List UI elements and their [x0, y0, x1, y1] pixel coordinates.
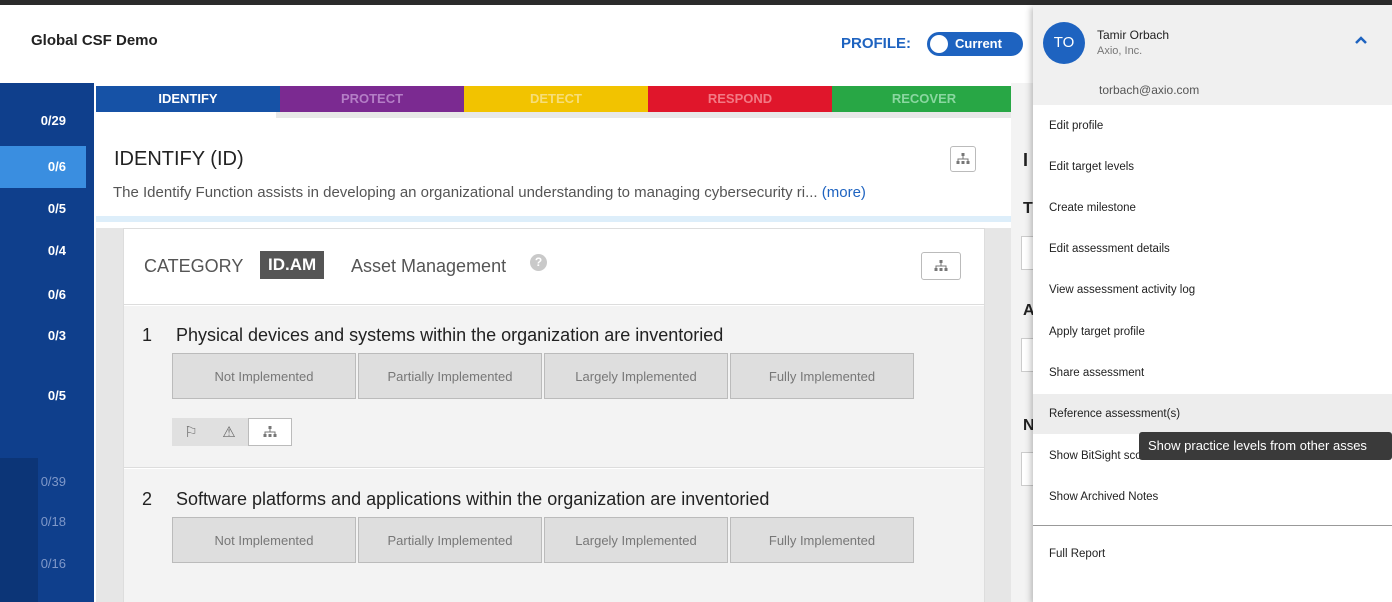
level-not-implemented[interactable]: Not Implemented [172, 517, 356, 563]
user-menu: TO Tamir Orbach Axio, Inc. torbach@axio.… [1033, 5, 1392, 602]
hierarchy-icon[interactable] [248, 418, 292, 446]
category-name: Asset Management [351, 256, 507, 276]
tab-protect[interactable]: PROTECT [280, 86, 464, 112]
category-hierarchy-button[interactable] [921, 252, 961, 280]
more-link[interactable]: (more) [822, 184, 866, 201]
right-panel-letter: T [1023, 200, 1033, 217]
tabs-underline [276, 112, 1026, 118]
category-label: CATEGORY [144, 256, 244, 276]
level-largely-implemented[interactable]: Largely Implemented [544, 517, 728, 563]
tab-identify[interactable]: IDENTIFY [96, 86, 280, 112]
sidebar-item-score[interactable]: 0/16 [41, 556, 66, 571]
function-tabs: IDENTIFY PROTECT DETECT RESPOND RECOVER [96, 86, 1026, 112]
chevron-up-icon[interactable] [1354, 32, 1368, 50]
sidebar: 0/29 0/6 0/5 0/4 0/6 0/3 0/5 0/39 0/18 0… [0, 83, 94, 602]
practice-text: Physical devices and systems within the … [176, 325, 724, 345]
tab-detect[interactable]: DETECT [464, 86, 648, 112]
sidebar-item-score[interactable]: 0/6 [48, 287, 66, 302]
level-largely-implemented[interactable]: Largely Implemented [544, 353, 728, 399]
app-title: Global CSF Demo [31, 32, 158, 49]
tooltip: Show practice levels from other asses [1139, 432, 1392, 460]
menu-item-create-milestone[interactable]: Create milestone [1033, 188, 1392, 228]
level-partially-implemented[interactable]: Partially Implemented [358, 517, 542, 563]
menu-item-edit-assessment-details[interactable]: Edit assessment details [1033, 229, 1392, 269]
user-menu-header[interactable]: TO Tamir Orbach Axio, Inc. torbach@axio.… [1033, 5, 1392, 105]
level-fully-implemented[interactable]: Fully Implemented [730, 517, 914, 563]
practice-number: 1 [142, 325, 153, 345]
practice-text: Software platforms and applications with… [176, 489, 770, 509]
sidebar-item-score[interactable]: 0/29 [41, 113, 66, 128]
sidebar-item-score[interactable]: 0/4 [48, 243, 66, 258]
practice-number: 2 [142, 489, 153, 509]
user-email: torbach@axio.com [1099, 83, 1200, 97]
sidebar-dim-area [0, 458, 38, 602]
menu-item-apply-target-profile[interactable]: Apply target profile [1033, 312, 1392, 352]
level-not-implemented[interactable]: Not Implemented [172, 353, 356, 399]
function-description: The Identify Function assists in develop… [113, 184, 866, 201]
function-hierarchy-button[interactable] [950, 146, 976, 172]
right-panel-letter: I [1023, 150, 1029, 170]
level-selector: Not Implemented Partially Implemented La… [172, 353, 916, 399]
user-name: Tamir Orbach [1097, 28, 1170, 42]
practice-actions: ⚐ ⚠ [172, 418, 292, 446]
level-selector: Not Implemented Partially Implemented La… [172, 517, 916, 563]
help-icon[interactable]: ? [530, 254, 547, 271]
menu-item-reference-assessments[interactable]: Reference assessment(s) [1033, 394, 1392, 434]
menu-divider [1033, 525, 1392, 526]
menu-item-share-assessment[interactable]: Share assessment [1033, 353, 1392, 393]
tab-recover[interactable]: RECOVER [832, 86, 1016, 112]
sidebar-active-indicator [0, 146, 86, 188]
category-header: CATEGORY ID.AM Asset Management ? [124, 229, 984, 305]
practice-item: 2 Software platforms and applications wi… [124, 469, 984, 602]
profile-toggle-label: Current [955, 36, 1002, 51]
sidebar-item-score[interactable]: 0/39 [41, 474, 66, 489]
user-org: Axio, Inc. [1097, 45, 1143, 57]
sidebar-item-score[interactable]: 0/18 [41, 514, 66, 529]
hierarchy-icon [934, 260, 948, 271]
function-description-text: The Identify Function assists in develop… [113, 184, 818, 201]
menu-item-edit-profile[interactable]: Edit profile [1033, 106, 1392, 146]
menu-item-show-archived-notes[interactable]: Show Archived Notes [1033, 477, 1392, 517]
practice-item: 1 Physical devices and systems within th… [124, 306, 984, 468]
category-code: ID.AM [260, 251, 325, 279]
level-fully-implemented[interactable]: Fully Implemented [730, 353, 914, 399]
sidebar-item-score[interactable]: 0/3 [48, 328, 66, 343]
function-title: IDENTIFY (ID) [114, 148, 244, 170]
level-partially-implemented[interactable]: Partially Implemented [358, 353, 542, 399]
hierarchy-icon [956, 153, 970, 164]
warning-icon[interactable]: ⚠ [210, 418, 248, 446]
sidebar-item-score[interactable]: 0/5 [48, 388, 66, 403]
flag-icon[interactable]: ⚐ [172, 418, 210, 446]
header: Global CSF Demo PROFILE: Current [0, 5, 1035, 83]
menu-item-activity-log[interactable]: View assessment activity log [1033, 270, 1392, 310]
profile-label: PROFILE: [841, 35, 911, 52]
category-card: CATEGORY ID.AM Asset Management ? 1 Phys… [123, 228, 985, 602]
menu-item-edit-target-levels[interactable]: Edit target levels [1033, 147, 1392, 187]
toggle-knob [930, 35, 948, 53]
function-panel: IDENTIFY (ID) The Identify Function assi… [96, 122, 1011, 222]
sidebar-item-score[interactable]: 0/6 [48, 159, 66, 174]
tab-respond[interactable]: RESPOND [648, 86, 832, 112]
sidebar-item-score[interactable]: 0/5 [48, 201, 66, 216]
profile-toggle[interactable]: Current [927, 32, 1023, 56]
menu-item-full-report[interactable]: Full Report [1033, 534, 1392, 574]
avatar[interactable]: TO [1043, 22, 1085, 64]
